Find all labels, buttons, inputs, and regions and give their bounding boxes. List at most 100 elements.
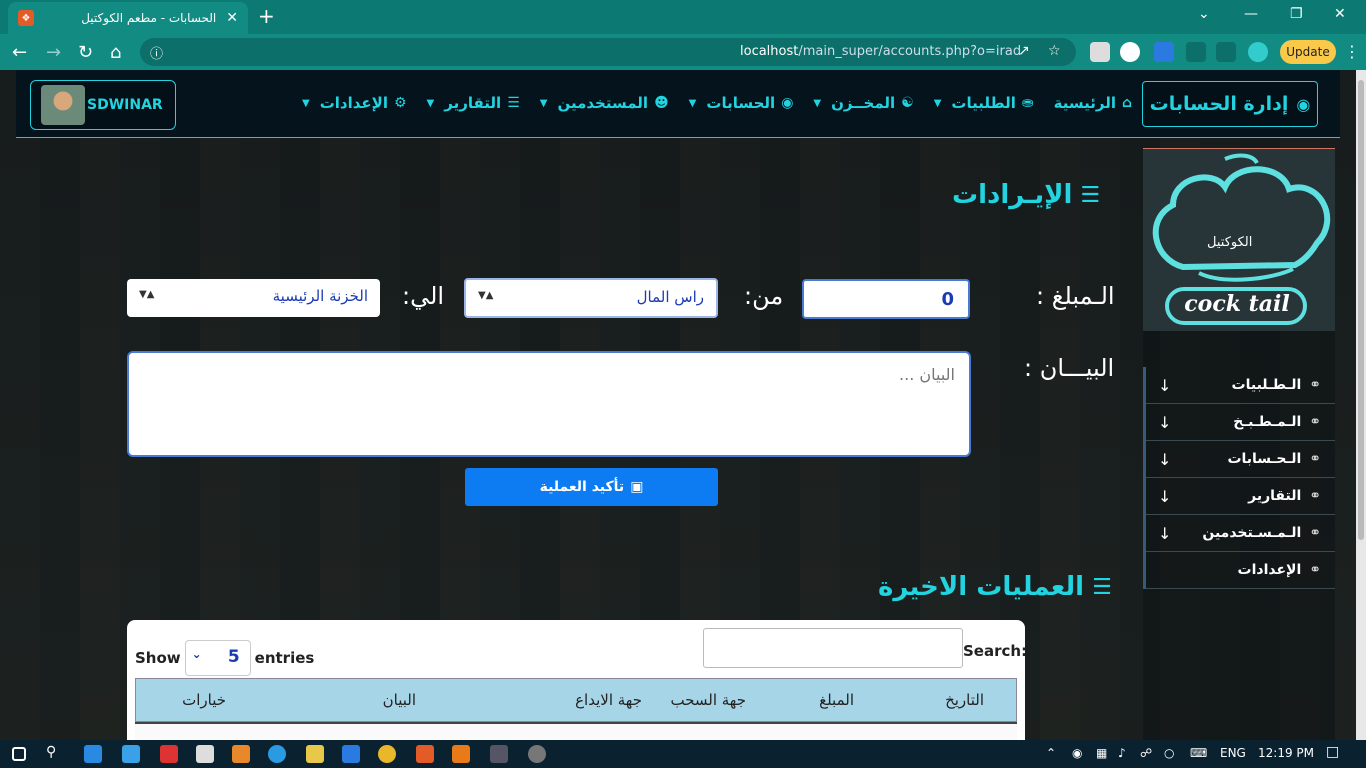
globe-icon: ⚭ [1309, 525, 1321, 541]
search-icon[interactable]: ⚲ [46, 744, 56, 760]
table-header: التاريخ المبلغ جهة السحب جهة الايداع الب… [135, 678, 1017, 722]
page-scrollbar[interactable] [1356, 70, 1366, 740]
new-tab-icon[interactable]: + [258, 4, 275, 28]
browser-tab[interactable]: ❖ الحسابات - مطعم الكوكتيل ✕ [8, 2, 248, 34]
clock[interactable]: 12:19 PM [1258, 746, 1314, 760]
confirm-operation-button[interactable]: ▣ تأكيد العملية [465, 468, 718, 506]
user-brand[interactable]: SDWINAR [30, 80, 176, 130]
home-browser-icon[interactable]: ⌂ [110, 42, 121, 63]
back-icon[interactable]: ← [12, 42, 27, 63]
search-label: Search: [963, 642, 1028, 660]
sidebar-item-orders[interactable]: ↓ الـطـلبيات ⚭ [1146, 367, 1335, 404]
close-tab-icon[interactable]: ✕ [226, 10, 238, 26]
close-window-icon[interactable]: ✕ [1334, 6, 1346, 22]
nav-item-label: الرئيسية [1053, 94, 1116, 112]
home-icon: ⌂ [1121, 95, 1132, 111]
windows-taskbar: ⚲ ⌃ ◉ ▦ ♪ ☍ ○ ⌨ ENG 12:19 PM □ [0, 740, 1366, 768]
tab-search-icon[interactable]: ⌄ [1198, 6, 1210, 22]
column-header-withdraw-from[interactable]: جهة السحب [656, 679, 776, 721]
to-select[interactable]: الخزنة الرئيسية ▲▼ [127, 279, 380, 317]
nav-item-orders[interactable]: ⛂ الطلبيات ▼ [934, 94, 1034, 112]
restore-icon[interactable]: ❐ [1290, 6, 1303, 22]
sidebar-item-users[interactable]: ↓ الـمـسـتخدمين ⚭ [1146, 515, 1335, 552]
amount-input[interactable]: 0 [802, 279, 970, 319]
app-icon-14[interactable] [528, 745, 546, 763]
nav-item-settings[interactable]: ⚙ الإعدادات ▼ [302, 94, 407, 112]
gear-icon: ⚙ [393, 95, 407, 111]
column-header-amount[interactable]: المبلغ [776, 679, 906, 721]
app-icon-5[interactable] [232, 745, 250, 763]
xampp-favicon-icon: ❖ [18, 10, 34, 26]
nav-item-reports[interactable]: ☰ التقارير ▼ [427, 94, 520, 112]
confirm-label: تأكيد العملية [539, 479, 625, 495]
language-indicator[interactable]: ENG [1220, 746, 1246, 760]
column-header-date[interactable]: التاريخ [906, 679, 1016, 721]
share-icon[interactable]: ↗ [1018, 43, 1030, 59]
app-icon-3[interactable] [160, 745, 178, 763]
windows-start-icon[interactable] [12, 747, 26, 761]
site-info-icon[interactable]: ⓘ [150, 43, 163, 62]
tray-app-icon[interactable]: ◉ [1072, 746, 1082, 760]
sidebar-item-settings[interactable]: الإعدادات ⚭ [1146, 552, 1335, 589]
entries-select[interactable]: ⌄ 5 [184, 640, 251, 676]
bookmark-star-icon[interactable]: ☆ [1048, 43, 1061, 59]
tray-app-icon-2[interactable]: ○ [1164, 746, 1174, 760]
from-select[interactable]: راس المال ▲▼ [464, 278, 718, 318]
update-button[interactable]: Update [1280, 40, 1336, 64]
puzzle-icon[interactable] [1216, 42, 1236, 62]
accounts-management-button[interactable]: ◉ إدارة الحسابات [1142, 81, 1318, 127]
nav-item-store[interactable]: ☯ المخــزن ▼ [813, 94, 913, 112]
nav-item-users[interactable]: ☻ المستخدمين ▼ [540, 94, 669, 112]
sidebar-item-reports[interactable]: ↓ التقارير ⚭ [1146, 478, 1335, 515]
forward-icon[interactable]: → [46, 42, 61, 63]
extension-icon-1[interactable] [1090, 42, 1110, 62]
minimize-icon[interactable]: — [1244, 6, 1258, 22]
column-header-deposit-to[interactable]: جهة الايداع [516, 679, 656, 721]
scrollbar-thumb[interactable] [1358, 80, 1364, 540]
nav-item-home[interactable]: ⌂ الرئيسية [1054, 94, 1132, 112]
vscode-icon[interactable] [342, 745, 360, 763]
description-label: البيـــان : [1024, 354, 1115, 382]
nav-item-accounts[interactable]: ◉ الحسابات ▼ [689, 94, 794, 112]
from-select-value: راس المال [636, 288, 704, 306]
tray-chevron-icon[interactable]: ⌃ [1046, 746, 1056, 760]
caret-down-icon: ▼ [426, 97, 435, 109]
notifications-icon[interactable]: □ [1326, 744, 1339, 760]
to-label: الي: [402, 282, 445, 310]
sidebar-item-kitchen[interactable]: ↓ الـمـطـبـخ ⚭ [1146, 404, 1335, 441]
network-icon[interactable]: ☍ [1140, 746, 1152, 760]
edge-icon[interactable] [268, 745, 286, 763]
sidebar-item-label: الـحـسابات [1227, 451, 1302, 467]
keyboard-icon[interactable]: ⌨ [1190, 746, 1207, 760]
volume-icon[interactable]: ♪ [1118, 746, 1126, 760]
keyboard-app-icon[interactable] [84, 745, 102, 763]
select-arrows-icon: ▲▼ [478, 290, 494, 301]
calculator-icon[interactable] [196, 745, 214, 763]
users-icon: ☻ [654, 95, 669, 111]
browser-menu-icon[interactable]: ⋮ [1344, 42, 1360, 61]
extension-icon-2[interactable] [1120, 42, 1140, 62]
column-header-options[interactable]: خيارات [136, 679, 336, 721]
extension-icon-3[interactable] [1154, 42, 1174, 62]
arrow-down-icon: ↓ [1158, 412, 1172, 432]
app-icon-13[interactable] [490, 745, 508, 763]
sidebar-item-label: الـمـسـتخدمين [1202, 525, 1302, 541]
file-explorer-icon[interactable] [306, 745, 324, 763]
chrome-icon[interactable] [378, 745, 396, 763]
camera-icon[interactable] [1186, 42, 1206, 62]
url-input[interactable]: ⓘ localhost/main_super/accounts.php?o=ir… [140, 38, 1076, 66]
url-path: /main_super/accounts.php?o=irad [798, 44, 1022, 59]
description-textarea[interactable]: البيان ... [127, 351, 971, 457]
url-host: localhost [740, 44, 799, 59]
table-search-input[interactable] [703, 628, 963, 668]
column-header-description[interactable]: البيان [336, 679, 516, 721]
app-icon-2[interactable] [122, 745, 140, 763]
reload-icon[interactable]: ↻ [78, 42, 93, 63]
xampp-icon[interactable] [416, 745, 434, 763]
sidebar-item-accounts[interactable]: ↓ الـحـسابات ⚭ [1146, 441, 1335, 478]
globe-icon: ⚭ [1309, 562, 1321, 578]
vlc-icon[interactable] [452, 745, 470, 763]
profile-icon[interactable] [1248, 42, 1268, 62]
globe-icon: ⚭ [1309, 414, 1321, 430]
nav-item-label: التقارير [444, 94, 502, 112]
